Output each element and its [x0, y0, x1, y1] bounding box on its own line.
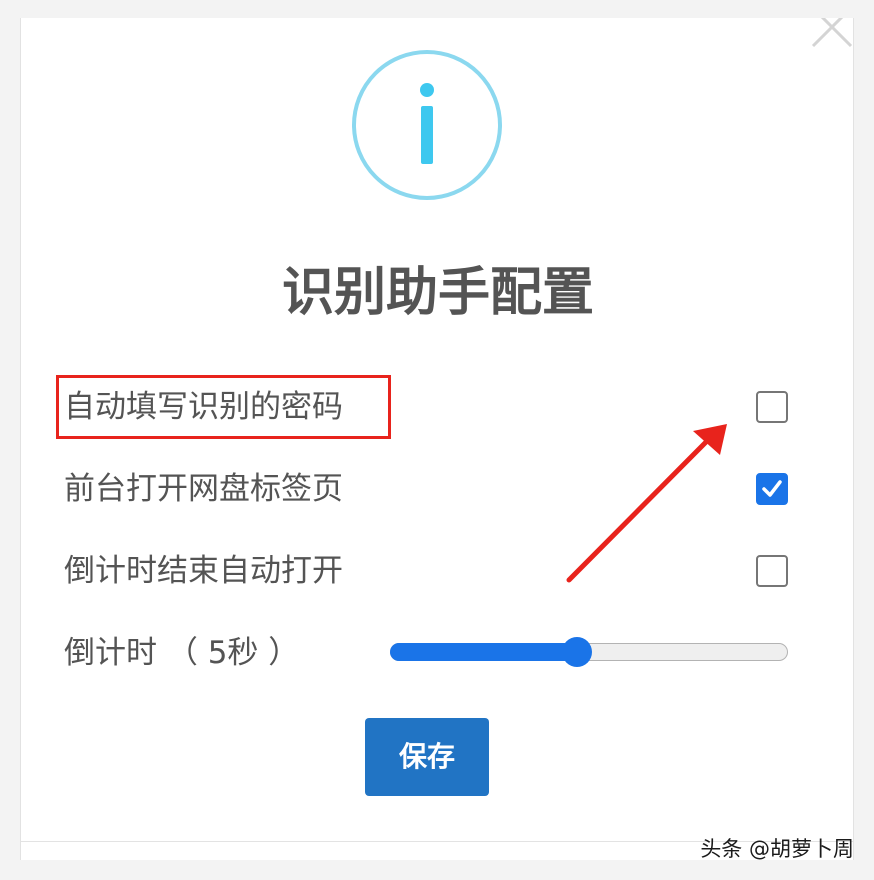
slider-thumb[interactable]	[562, 637, 592, 667]
save-button[interactable]: 保存	[365, 718, 489, 796]
countdown-label: 倒计时 （ 5秒 ）	[64, 635, 300, 671]
close-icon[interactable]	[811, 18, 853, 48]
highlight-annotation-box	[56, 375, 391, 439]
option-open-foreground-tab: 前台打开网盘标签页	[21, 459, 853, 519]
option-open-foreground-tab-label: 前台打开网盘标签页	[64, 471, 343, 507]
watermark-text: 头条 @胡萝卜周	[700, 837, 854, 861]
countdown-auto-open-checkbox[interactable]	[756, 555, 788, 587]
check-icon	[762, 480, 782, 497]
open-foreground-tab-checkbox[interactable]	[756, 473, 788, 505]
autofill-password-checkbox[interactable]	[756, 391, 788, 423]
option-countdown-auto-open-label: 倒计时结束自动打开	[64, 553, 343, 589]
settings-dialog: 识别助手配置 自动填写识别的密码 前台打开网盘标签页 倒计时结束自动打开 倒计时…	[20, 18, 854, 860]
countdown-slider[interactable]	[390, 637, 788, 667]
option-countdown-auto-open: 倒计时结束自动打开	[21, 541, 853, 601]
dialog-title: 识别助手配置	[281, 263, 594, 323]
info-icon	[351, 49, 503, 201]
slider-fill	[390, 643, 577, 661]
